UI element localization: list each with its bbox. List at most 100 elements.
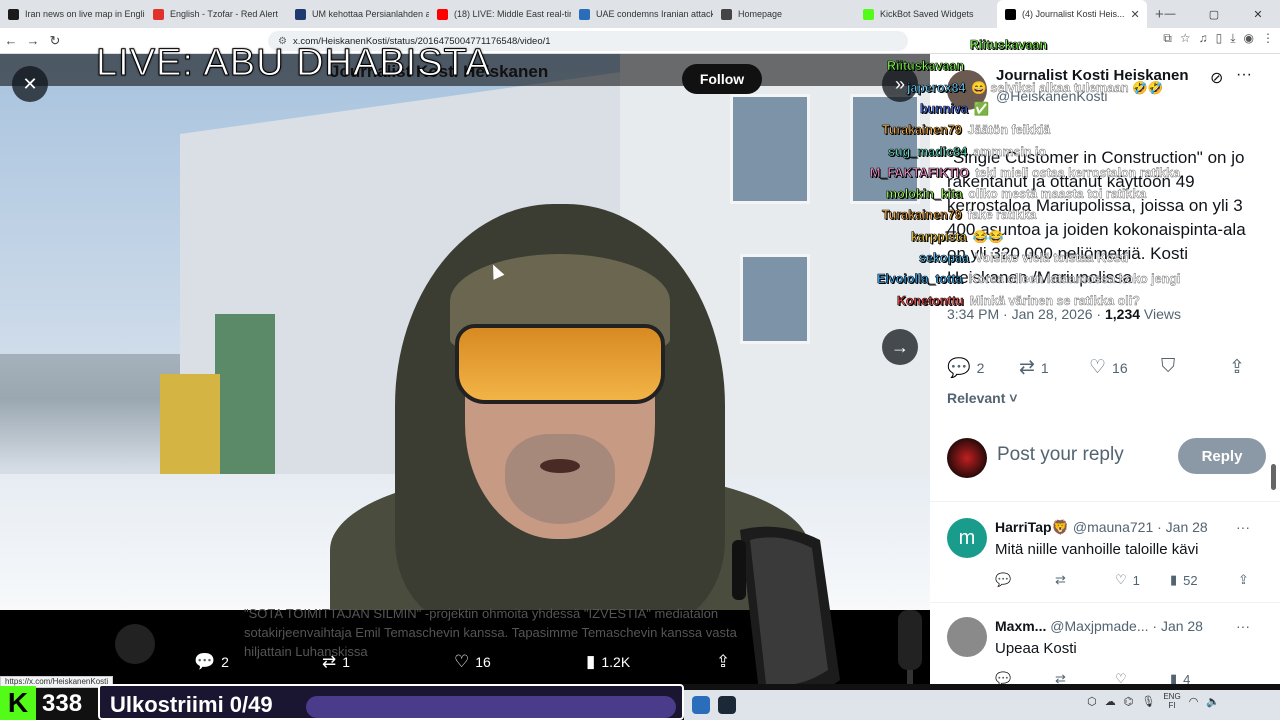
browser-tab[interactable]: Iran news on live map in Englis [0, 0, 145, 28]
reply-icon: 💬 [947, 358, 971, 379]
reply-reply-button[interactable]: 💬 [995, 572, 1011, 588]
goal-progress-track [306, 696, 676, 718]
browser-tab[interactable]: Homepage [713, 0, 855, 28]
chat-text: ✅ [973, 101, 990, 116]
minimize-button[interactable]: — [1148, 8, 1192, 20]
bookmark-icon: ⛉ [1161, 356, 1176, 377]
sidebar-scrollbar[interactable] [1271, 464, 1276, 490]
browser-tab[interactable]: (4) Journalist Kosti Heis... ✕ [997, 0, 1147, 28]
close-video-button[interactable]: ✕ [12, 66, 48, 102]
cloud-icon[interactable]: ☁ [1105, 695, 1116, 708]
network-icon[interactable]: ⌬ [1124, 695, 1134, 708]
chat-username[interactable]: Turakainen79 [882, 123, 962, 138]
reply-avatar[interactable]: m [947, 518, 987, 558]
next-media-button[interactable]: → [882, 329, 918, 365]
like-count: 16 [1112, 359, 1128, 376]
chat-username[interactable]: Elvoiolla_totta [877, 272, 963, 287]
forward-icon[interactable]: → [22, 33, 44, 48]
menu-icon[interactable]: ⋮ [1262, 31, 1274, 46]
reply-input[interactable]: Post your reply [997, 444, 1124, 466]
reply-icon: 💬 [995, 572, 1012, 587]
chat-username[interactable]: bunniva [920, 102, 969, 117]
edge-icon[interactable] [692, 696, 710, 714]
reply-share-button[interactable]: ⇪ [1238, 572, 1249, 588]
reply-reply-button[interactable]: 💬 [995, 671, 1011, 684]
language-indicator[interactable]: ENG FI [1163, 692, 1180, 710]
reply-name[interactable]: HarriTap🦁 [995, 519, 1069, 535]
reply-text: Upeaa Kosti [995, 640, 1077, 657]
share-button[interactable]: ⇪ [1229, 356, 1245, 379]
video-repost-count: 1 [342, 654, 351, 670]
video-reply-button[interactable]: 💬 2 [194, 652, 229, 672]
reply-repost-button[interactable]: ⇄ [1055, 572, 1066, 588]
tab-favicon-icon [721, 8, 732, 20]
reply-repost-button[interactable]: ⇄ [1055, 671, 1066, 684]
like-button[interactable]: ♡ 16 [1089, 356, 1128, 379]
share-icon: ⇪ [1238, 572, 1249, 587]
sort-dropdown[interactable]: Relevant ˅ [947, 390, 1017, 406]
browser-tab[interactable]: English - Tzofar - Red Alert [145, 0, 287, 28]
chat-username[interactable]: Riituskavaan [970, 38, 1048, 53]
reply-like-button[interactable]: ♡ [1115, 671, 1127, 684]
video-like-count: 16 [475, 654, 491, 670]
steam-icon[interactable] [718, 696, 736, 714]
video-views-button[interactable]: ▮ 1.2K [586, 652, 630, 672]
reply-like-button[interactable]: ♡ 1 [1115, 572, 1140, 588]
video-like-button[interactable]: ♡ 16 [454, 652, 491, 672]
browser-tab[interactable]: UAE condemns Iranian attacks [571, 0, 713, 28]
dropbox-icon[interactable]: ⬡ [1087, 695, 1097, 708]
chat-username[interactable]: M_FAKTAFIKTIO [870, 165, 970, 180]
video-repost-button[interactable]: ⇄ 1 [322, 652, 350, 672]
repost-button[interactable]: ⇄ 1 [1019, 356, 1049, 379]
browser-tab[interactable]: UM kehottaa Persianlahden al... [287, 0, 429, 28]
follow-button[interactable]: Follow [682, 64, 762, 94]
reply-handle[interactable]: @mauna721 · Jan 28 [1073, 519, 1208, 535]
reply-action-bar: 💬 ⇄ ♡ ▮ 4 [995, 671, 1255, 684]
maximize-button[interactable]: ▢ [1192, 8, 1236, 21]
browser-tab[interactable]: KickBot Saved Widgets [855, 0, 997, 28]
chat-text: Korea olleen lataamossa koko jengi [968, 272, 1181, 287]
tab-close-icon[interactable]: ✕ [1131, 8, 1140, 21]
reply-button[interactable]: 💬 2 [947, 356, 984, 380]
wifi-icon[interactable]: ◠ [1189, 695, 1199, 708]
reply-text: Mitä niille vanhoille taloille kävi [995, 541, 1199, 558]
window [740, 254, 810, 344]
back-icon[interactable]: ← [0, 33, 22, 48]
chat-username[interactable]: molokin_kita [886, 187, 963, 202]
chat-username[interactable]: sekopaa [919, 251, 970, 266]
tab-favicon-icon [863, 8, 874, 20]
chat-username[interactable]: japerox84 [907, 80, 966, 95]
reply-avatar[interactable] [947, 617, 987, 657]
chat-username[interactable]: karppista [911, 229, 967, 244]
system-tray: ⬡ ☁ ⌬ 🎙 ENG FI ◠ 🔈 [1087, 692, 1220, 710]
chat-username[interactable]: Konetonttu [897, 293, 964, 308]
chat-username[interactable]: Riituskavaan [887, 59, 965, 74]
chat-username[interactable]: Turakainen79 [882, 208, 962, 223]
reload-icon[interactable]: ↻ [44, 33, 66, 49]
lang-code: ENG [1163, 692, 1181, 701]
reply-handle[interactable]: @Maxjpmade... · Jan 28 [1050, 618, 1203, 634]
window [730, 94, 810, 204]
reply-more-icon[interactable]: ··· [1236, 519, 1250, 535]
tab-favicon-icon [579, 8, 590, 20]
chat-username[interactable]: sug_madic84 [888, 144, 968, 159]
reply-like-count: 1 [1132, 572, 1140, 588]
sort-label: Relevant [947, 390, 1006, 406]
reply-views-button[interactable]: ▮ 4 [1170, 671, 1190, 684]
tab-label: (4) Journalist Kosti Heis... [1022, 9, 1125, 19]
reply-name[interactable]: Maxm... [995, 618, 1046, 634]
bar-chart-icon: ▮ [1170, 572, 1178, 587]
reply-more-icon[interactable]: ··· [1236, 618, 1250, 634]
chat-text: teki mieli ostaa kerrostalon ratikka [975, 165, 1181, 180]
divider [930, 501, 1280, 502]
mic-icon[interactable]: 🎙 [1141, 695, 1155, 708]
reply-submit-button[interactable]: Reply [1178, 438, 1266, 474]
reply-views-button[interactable]: ▮ 52 [1170, 572, 1198, 588]
bookmark-button[interactable]: ⛉ [1161, 356, 1175, 378]
speaker-icon[interactable]: 🔈 [1206, 695, 1220, 708]
reply-header: Maxm... @Maxjpmade... · Jan 28 [995, 618, 1203, 634]
browser-tab[interactable]: (18) LIVE: Middle East real-time [429, 0, 571, 28]
goal-label: Ulkostriimi 0/49 [110, 692, 273, 717]
video-view-count: 1.2K [601, 654, 631, 670]
close-window-button[interactable]: ✕ [1236, 8, 1280, 21]
